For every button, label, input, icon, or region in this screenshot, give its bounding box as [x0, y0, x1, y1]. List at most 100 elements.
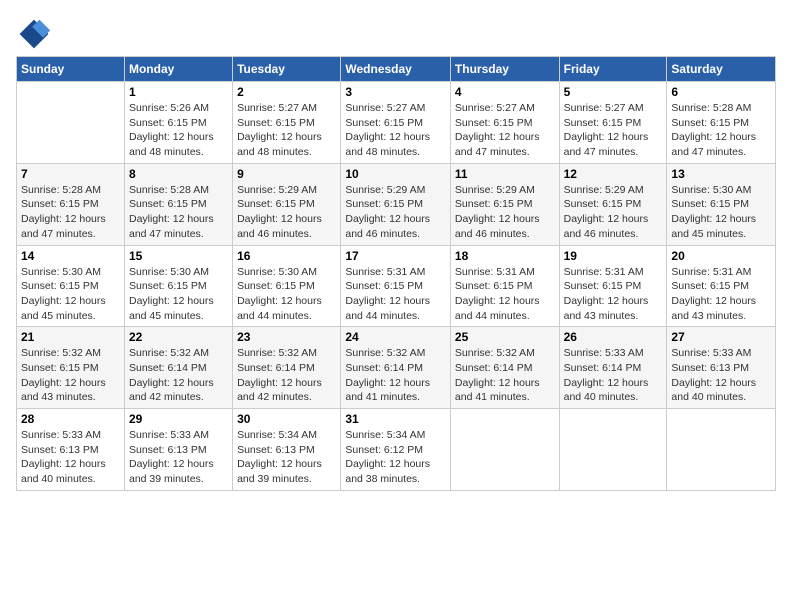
day-info: Sunrise: 5:27 AM Sunset: 6:15 PM Dayligh…	[345, 101, 446, 160]
day-number: 29	[129, 412, 228, 426]
header-day-sunday: Sunday	[17, 57, 125, 82]
day-number: 24	[345, 330, 446, 344]
day-number: 19	[564, 249, 663, 263]
calendar-cell: 27 Sunrise: 5:33 AM Sunset: 6:13 PM Dayli…	[667, 327, 776, 409]
day-number: 22	[129, 330, 228, 344]
calendar-cell: 25 Sunrise: 5:32 AM Sunset: 6:14 PM Dayli…	[450, 327, 559, 409]
calendar-cell	[17, 82, 125, 164]
calendar-cell: 19Sunrise: 5:31 AM Sunset: 6:15 PM Dayli…	[559, 245, 667, 327]
header-day-wednesday: Wednesday	[341, 57, 451, 82]
day-info: Sunrise: 5:27 AM Sunset: 6:15 PM Dayligh…	[237, 101, 336, 160]
day-number: 25	[455, 330, 555, 344]
day-number: 15	[129, 249, 228, 263]
day-info: Sunrise: 5:32 AM Sunset: 6:14 PM Dayligh…	[345, 346, 446, 405]
day-number: 11	[455, 167, 555, 181]
day-info: Sunrise: 5:31 AM Sunset: 6:15 PM Dayligh…	[671, 265, 771, 324]
calendar-cell: 29 Sunrise: 5:33 AM Sunset: 6:13 PM Dayli…	[124, 409, 232, 491]
day-info: Sunrise: 5:31 AM Sunset: 6:15 PM Dayligh…	[455, 265, 555, 324]
day-info: Sunrise: 5:34 AM Sunset: 6:12 PM Dayligh…	[345, 428, 446, 487]
day-number: 20	[671, 249, 771, 263]
day-info: Sunrise: 5:34 AM Sunset: 6:13 PM Dayligh…	[237, 428, 336, 487]
day-number: 16	[237, 249, 336, 263]
day-number: 28	[21, 412, 120, 426]
calendar-week-5: 28 Sunrise: 5:33 AM Sunset: 6:13 PM Dayli…	[17, 409, 776, 491]
calendar-cell: 2 Sunrise: 5:27 AM Sunset: 6:15 PM Daylig…	[233, 82, 341, 164]
header-day-monday: Monday	[124, 57, 232, 82]
day-number: 31	[345, 412, 446, 426]
calendar-cell: 23Sunrise: 5:32 AM Sunset: 6:14 PM Dayli…	[233, 327, 341, 409]
day-number: 12	[564, 167, 663, 181]
calendar-cell: 30Sunrise: 5:34 AM Sunset: 6:13 PM Dayli…	[233, 409, 341, 491]
calendar-cell: 16 Sunrise: 5:30 AM Sunset: 6:15 PM Dayli…	[233, 245, 341, 327]
day-number: 9	[237, 167, 336, 181]
day-info: Sunrise: 5:30 AM Sunset: 6:15 PM Dayligh…	[237, 265, 336, 324]
calendar-cell	[667, 409, 776, 491]
calendar-cell: 3 Sunrise: 5:27 AM Sunset: 6:15 PM Daylig…	[341, 82, 451, 164]
calendar-cell: 17Sunrise: 5:31 AM Sunset: 6:15 PM Dayli…	[341, 245, 451, 327]
calendar-cell: 24 Sunrise: 5:32 AM Sunset: 6:14 PM Dayli…	[341, 327, 451, 409]
calendar-cell	[559, 409, 667, 491]
calendar-cell: 26Sunrise: 5:33 AM Sunset: 6:14 PM Dayli…	[559, 327, 667, 409]
day-info: Sunrise: 5:33 AM Sunset: 6:13 PM Dayligh…	[21, 428, 120, 487]
calendar-cell: 8 Sunrise: 5:28 AM Sunset: 6:15 PM Daylig…	[124, 163, 232, 245]
day-number: 6	[671, 85, 771, 99]
calendar-table: SundayMondayTuesdayWednesdayThursdayFrid…	[16, 56, 776, 491]
day-number: 23	[237, 330, 336, 344]
day-info: Sunrise: 5:33 AM Sunset: 6:13 PM Dayligh…	[671, 346, 771, 405]
day-number: 18	[455, 249, 555, 263]
day-info: Sunrise: 5:33 AM Sunset: 6:13 PM Dayligh…	[129, 428, 228, 487]
day-info: Sunrise: 5:30 AM Sunset: 6:15 PM Dayligh…	[671, 183, 771, 242]
day-number: 10	[345, 167, 446, 181]
day-number: 8	[129, 167, 228, 181]
calendar-cell	[450, 409, 559, 491]
calendar-cell: 10 Sunrise: 5:29 AM Sunset: 6:15 PM Dayli…	[341, 163, 451, 245]
calendar-week-2: 7 Sunrise: 5:28 AM Sunset: 6:15 PM Daylig…	[17, 163, 776, 245]
day-number: 27	[671, 330, 771, 344]
day-info: Sunrise: 5:30 AM Sunset: 6:15 PM Dayligh…	[21, 265, 120, 324]
day-number: 4	[455, 85, 555, 99]
day-info: Sunrise: 5:32 AM Sunset: 6:15 PM Dayligh…	[21, 346, 120, 405]
day-info: Sunrise: 5:29 AM Sunset: 6:15 PM Dayligh…	[345, 183, 446, 242]
calendar-cell: 5Sunrise: 5:27 AM Sunset: 6:15 PM Daylig…	[559, 82, 667, 164]
calendar-cell: 6 Sunrise: 5:28 AM Sunset: 6:15 PM Daylig…	[667, 82, 776, 164]
calendar-header-row: SundayMondayTuesdayWednesdayThursdayFrid…	[17, 57, 776, 82]
calendar-cell: 28 Sunrise: 5:33 AM Sunset: 6:13 PM Dayli…	[17, 409, 125, 491]
logo-icon	[16, 16, 52, 52]
logo	[16, 16, 56, 52]
calendar-cell: 15 Sunrise: 5:30 AM Sunset: 6:15 PM Dayli…	[124, 245, 232, 327]
day-info: Sunrise: 5:28 AM Sunset: 6:15 PM Dayligh…	[671, 101, 771, 160]
day-info: Sunrise: 5:29 AM Sunset: 6:15 PM Dayligh…	[564, 183, 663, 242]
calendar-week-3: 14 Sunrise: 5:30 AM Sunset: 6:15 PM Dayli…	[17, 245, 776, 327]
header-day-thursday: Thursday	[450, 57, 559, 82]
calendar-cell: 1 Sunrise: 5:26 AM Sunset: 6:15 PM Daylig…	[124, 82, 232, 164]
day-info: Sunrise: 5:30 AM Sunset: 6:15 PM Dayligh…	[129, 265, 228, 324]
day-info: Sunrise: 5:28 AM Sunset: 6:15 PM Dayligh…	[129, 183, 228, 242]
calendar-cell: 31 Sunrise: 5:34 AM Sunset: 6:12 PM Dayli…	[341, 409, 451, 491]
calendar-cell: 12 Sunrise: 5:29 AM Sunset: 6:15 PM Dayli…	[559, 163, 667, 245]
day-number: 3	[345, 85, 446, 99]
calendar-week-4: 21 Sunrise: 5:32 AM Sunset: 6:15 PM Dayli…	[17, 327, 776, 409]
calendar-cell: 18 Sunrise: 5:31 AM Sunset: 6:15 PM Dayli…	[450, 245, 559, 327]
day-number: 21	[21, 330, 120, 344]
header-day-saturday: Saturday	[667, 57, 776, 82]
day-number: 2	[237, 85, 336, 99]
calendar-cell: 22 Sunrise: 5:32 AM Sunset: 6:14 PM Dayli…	[124, 327, 232, 409]
calendar-week-1: 1 Sunrise: 5:26 AM Sunset: 6:15 PM Daylig…	[17, 82, 776, 164]
calendar-cell: 9Sunrise: 5:29 AM Sunset: 6:15 PM Daylig…	[233, 163, 341, 245]
day-info: Sunrise: 5:29 AM Sunset: 6:15 PM Dayligh…	[455, 183, 555, 242]
day-info: Sunrise: 5:26 AM Sunset: 6:15 PM Dayligh…	[129, 101, 228, 160]
day-info: Sunrise: 5:27 AM Sunset: 6:15 PM Dayligh…	[455, 101, 555, 160]
day-info: Sunrise: 5:31 AM Sunset: 6:15 PM Dayligh…	[345, 265, 446, 324]
day-number: 14	[21, 249, 120, 263]
calendar-cell: 7 Sunrise: 5:28 AM Sunset: 6:15 PM Daylig…	[17, 163, 125, 245]
calendar-cell: 11 Sunrise: 5:29 AM Sunset: 6:15 PM Dayli…	[450, 163, 559, 245]
day-number: 5	[564, 85, 663, 99]
calendar-cell: 13 Sunrise: 5:30 AM Sunset: 6:15 PM Dayli…	[667, 163, 776, 245]
day-number: 1	[129, 85, 228, 99]
day-number: 7	[21, 167, 120, 181]
day-info: Sunrise: 5:28 AM Sunset: 6:15 PM Dayligh…	[21, 183, 120, 242]
day-info: Sunrise: 5:32 AM Sunset: 6:14 PM Dayligh…	[129, 346, 228, 405]
day-number: 26	[564, 330, 663, 344]
day-number: 13	[671, 167, 771, 181]
day-info: Sunrise: 5:32 AM Sunset: 6:14 PM Dayligh…	[455, 346, 555, 405]
